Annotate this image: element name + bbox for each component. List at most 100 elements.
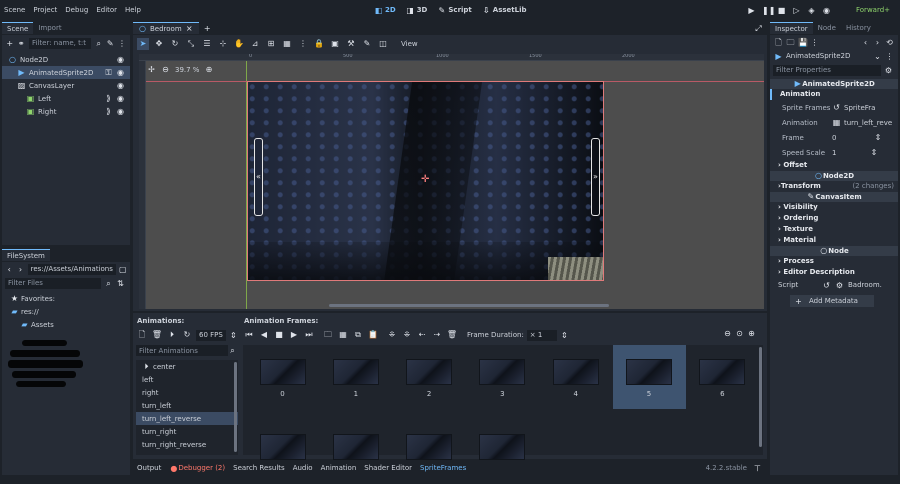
frame-duration-field[interactable]: × 1 [526, 329, 557, 341]
tab-filesystem[interactable]: FileSystem [2, 249, 50, 261]
assets-folder-row[interactable]: ▰ Assets [2, 318, 130, 331]
animation-item[interactable]: turn_right_reverse [136, 438, 238, 451]
ruler-tool-icon[interactable]: ⊿ [249, 38, 261, 50]
visibility-icon[interactable]: ◉ [116, 68, 125, 77]
center-view-icon[interactable]: ✢ [147, 65, 156, 74]
visibility-icon[interactable]: ◉ [116, 81, 125, 90]
section-ordering[interactable]: › Ordering [770, 213, 898, 224]
play-custom-icon[interactable]: ◈ [807, 6, 816, 15]
scene-node-canvaslayer[interactable]: ▨ CanvasLayer ◉ [2, 79, 130, 92]
bottom-tab-spriteframes[interactable]: SpriteFrames [420, 464, 466, 472]
property-value[interactable]: 0 ⇕ [832, 133, 882, 142]
bottom-tab-output[interactable]: Output [137, 464, 161, 472]
search-icon[interactable]: ⌕ [95, 39, 103, 48]
play-backwards-from-end-icon[interactable]: ⏮ [243, 329, 255, 341]
split-view-icon[interactable]: ▢ [119, 265, 127, 274]
smart-snap-icon[interactable]: ⊞ [265, 38, 277, 50]
sprite-preview[interactable]: « » ✛ [247, 81, 604, 281]
back-icon[interactable]: ‹ [5, 265, 13, 274]
left-button-preview[interactable]: « [254, 138, 263, 216]
tab-scene[interactable]: Scene [2, 22, 34, 34]
scene-node-left[interactable]: ▣ Left ⟫ ◉ [2, 92, 130, 105]
stop-icon[interactable]: ■ [273, 329, 285, 341]
frame-thumbnail[interactable]: 4 [539, 345, 612, 409]
zoom-in-icon[interactable]: ⊕ [204, 65, 213, 74]
panel-layout-icon[interactable]: ⊤ [753, 464, 762, 473]
workspace-script[interactable]: ✎ Script [437, 6, 472, 15]
renderer-select[interactable]: Forward+ [856, 6, 890, 14]
play-icon[interactable]: ▶ [747, 6, 756, 15]
more-icon[interactable]: ⋮ [118, 39, 126, 48]
workspace-assetlib[interactable]: ⇩ AssetLib [482, 6, 527, 15]
menu-editor[interactable]: Editor [96, 6, 117, 14]
bone-icon[interactable]: ✎ [361, 38, 373, 50]
link-icon[interactable]: ⚭ [18, 39, 26, 48]
camera-icon[interactable]: ◫ [377, 38, 389, 50]
loop-icon[interactable]: ↻ [181, 329, 193, 341]
frame-thumbnail[interactable]: 6 [686, 345, 759, 409]
menu-project[interactable]: Project [33, 6, 57, 14]
tab-bedroom[interactable]: ○ Bedroom × [133, 22, 199, 34]
frame-thumbnail[interactable]: 0 [246, 345, 319, 409]
fps-field[interactable]: 60 FPS [196, 329, 226, 341]
reload-icon[interactable]: ↺ [832, 103, 841, 112]
frames-scrollbar[interactable] [759, 347, 762, 447]
settings-icon[interactable]: ⋮ [885, 52, 894, 61]
pivot-tool-icon[interactable]: ⊹ [217, 38, 229, 50]
property-value[interactable]: ▦ turn_left_reve [832, 118, 892, 127]
property-value[interactable]: ↺ SpriteFra [832, 103, 875, 112]
tab-inspector[interactable]: Inspector [770, 22, 813, 34]
bottom-tab-animation[interactable]: Animation [321, 464, 357, 472]
visibility-icon[interactable]: ◉ [116, 107, 125, 116]
section-editor-description[interactable]: › Editor Description [770, 267, 898, 278]
add-node-icon[interactable]: + [6, 39, 14, 48]
menu-scene[interactable]: Scene [4, 6, 25, 14]
add-frame-sheet-icon[interactable]: ▦ [337, 329, 349, 341]
delete-frame-icon[interactable]: 🗑 [446, 329, 458, 341]
snap-options-icon[interactable]: ⋮ [297, 38, 309, 50]
animation-item[interactable]: turn_left_reverse [136, 412, 238, 425]
scene-node-node2d[interactable]: ○ Node2D ◉ [2, 53, 130, 66]
signal-icon[interactable]: ⟫ [104, 107, 113, 116]
move-right-icon[interactable]: ⇢ [431, 329, 443, 341]
reload-icon[interactable]: ↺ [822, 281, 831, 290]
res-root-row[interactable]: ▰ res:// [2, 305, 130, 318]
back-icon[interactable]: ‹ [861, 38, 870, 47]
inspector-filter-input[interactable] [773, 64, 881, 76]
scale-tool-icon[interactable]: ⤡ [185, 38, 197, 50]
search-icon[interactable]: ⌕ [104, 279, 113, 288]
bottom-tab-shader-editor[interactable]: Shader Editor [364, 464, 412, 472]
favorites-row[interactable]: ★ Favorites: [2, 292, 130, 305]
play-forward-icon[interactable]: ▶ [288, 329, 300, 341]
list-select-icon[interactable]: ☰ [201, 38, 213, 50]
play-from-start-icon[interactable]: ⏭ [303, 329, 315, 341]
zoom-out-icon[interactable]: ⊖ [723, 329, 732, 338]
bottom-tab-debugger[interactable]: ● Debugger (2) [169, 464, 225, 473]
workspace-2d[interactable]: ◧ 2D [374, 6, 396, 15]
add-tab-icon[interactable]: + [203, 24, 212, 33]
play-backwards-icon[interactable]: ◀ [258, 329, 270, 341]
horizontal-scrollbar[interactable] [329, 304, 609, 307]
zoom-out-icon[interactable]: ⊖ [161, 65, 170, 74]
insert-after-icon[interactable]: ⁜ [401, 329, 413, 341]
view-menu[interactable]: View [401, 40, 418, 48]
stop-icon[interactable]: ■ [777, 6, 786, 15]
copy-frame-icon[interactable]: ⧉ [352, 329, 364, 341]
paste-frame-icon[interactable]: 📋 [367, 329, 379, 341]
new-animation-icon[interactable]: 🗋 [136, 329, 148, 341]
frame-thumbnail[interactable]: 1 [319, 345, 392, 409]
bottom-tab-audio[interactable]: Audio [293, 464, 313, 472]
section-process[interactable]: › Process [770, 256, 898, 267]
open-resource-icon[interactable]: 🗀 [786, 38, 795, 47]
zoom-level[interactable]: 39.7 % [175, 66, 199, 74]
add-frame-file-icon[interactable]: 🗀 [322, 329, 334, 341]
tab-import[interactable]: Import [33, 22, 66, 34]
viewport-canvas[interactable]: 0 500 1000 1500 2000 ✢ ⊖ 39.7 % ⊕ « » ✛ [139, 54, 764, 309]
autoplay-icon[interactable]: ⏵ [166, 329, 178, 341]
menu-help[interactable]: Help [125, 6, 141, 14]
animation-item[interactable]: left [136, 373, 238, 386]
animation-filter-input[interactable] [136, 345, 228, 356]
insert-before-icon[interactable]: ⁜ [386, 329, 398, 341]
tab-node[interactable]: Node [813, 22, 841, 34]
group-icon[interactable]: ▣ [329, 38, 341, 50]
